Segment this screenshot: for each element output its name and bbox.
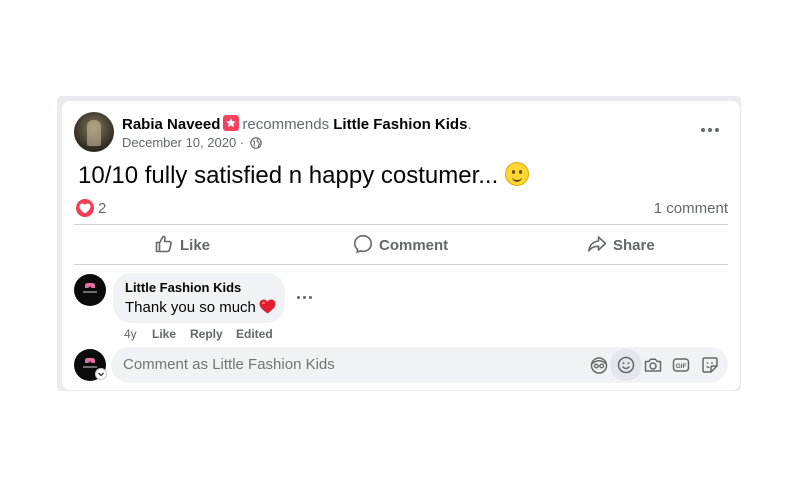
comment-text-row: Thank you so much — [125, 299, 276, 316]
recommend-icon — [223, 115, 240, 131]
reaction-count[interactable]: 2 — [98, 200, 106, 217]
post-text: 10/10 fully satisfied n happy costumer..… — [78, 162, 529, 190]
share-arrow-icon — [588, 236, 607, 252]
recommends-text: recommends — [242, 116, 330, 133]
red-heart-emoji-icon — [259, 299, 276, 314]
comment-reply-button[interactable]: Reply — [190, 327, 223, 341]
post-header: Rabia Naveed recommends Little Fashion Ki… — [122, 115, 472, 133]
share-label: Share — [613, 237, 655, 254]
globe-icon — [249, 137, 262, 149]
like-button[interactable]: Like — [154, 234, 210, 256]
post-options-icon[interactable] — [699, 122, 721, 138]
comment-options-icon[interactable] — [297, 296, 313, 300]
comment-button[interactable]: Comment — [353, 234, 448, 256]
author-name[interactable]: Rabia Naveed — [122, 116, 220, 133]
commenter-avatar[interactable] — [74, 274, 106, 306]
love-reaction-icon — [76, 199, 94, 217]
comment-text: Thank you so much — [125, 299, 256, 316]
like-label: Like — [180, 237, 211, 254]
emoji-icon[interactable] — [616, 355, 636, 375]
comment-input[interactable] — [123, 356, 563, 373]
comment-label: Comment — [379, 237, 449, 254]
page-name-link[interactable]: Little Fashion Kids — [333, 116, 467, 133]
comment-like-button[interactable]: Like — [152, 327, 176, 341]
post-body: 10/10 fully satisfied n happy costumer..… — [78, 162, 499, 189]
comment-edited-label[interactable]: Edited — [236, 327, 273, 341]
comment-count-link[interactable]: 1 comment — [654, 200, 728, 217]
gif-icon[interactable]: GIF — [671, 355, 691, 375]
sticker-icon[interactable] — [700, 355, 720, 375]
camera-icon[interactable] — [643, 355, 663, 375]
smiling-face-emoji-icon — [504, 162, 529, 186]
svg-text:GIF: GIF — [676, 363, 687, 370]
comment-author[interactable]: Little Fashion Kids — [125, 280, 241, 295]
comment-bubble: Little Fashion Kids Thank you so much — [113, 273, 285, 323]
post-date[interactable]: December 10, 2020 — [122, 135, 236, 150]
author-avatar[interactable] — [74, 112, 114, 152]
thumbs-up-icon — [155, 235, 172, 253]
page-name-suffix: . — [467, 116, 472, 133]
avatar-sticker-icon[interactable] — [589, 355, 609, 375]
profile-switch-chevron-icon[interactable] — [95, 368, 107, 380]
date-separator: · — [236, 135, 248, 150]
share-button[interactable]: Share — [587, 234, 655, 256]
divider-top — [74, 224, 728, 225]
comment-age[interactable]: 4y — [124, 327, 137, 341]
post-date-row: December 10, 2020 · — [122, 135, 262, 150]
divider-bottom — [74, 264, 728, 265]
comment-composer[interactable]: GIF — [111, 347, 728, 383]
comment-bubble-icon — [353, 234, 373, 254]
